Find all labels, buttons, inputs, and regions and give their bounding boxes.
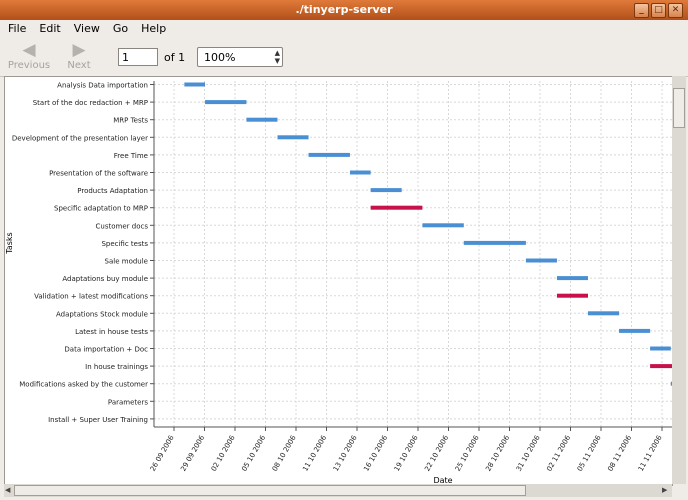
grid-lines — [150, 81, 672, 431]
page-count-label: of 1 — [164, 51, 186, 64]
maximize-button[interactable]: □ — [651, 3, 666, 18]
task-bar — [370, 188, 402, 193]
y-axis-label: Tasks — [5, 232, 14, 254]
task-bar — [650, 346, 671, 351]
vertical-scrollbar[interactable] — [672, 76, 686, 484]
x-tick-label: 05 11 2006 — [576, 434, 603, 473]
x-tick-label: 28 10 2006 — [484, 434, 511, 473]
task-label: MRP Tests — [113, 117, 148, 125]
task-bar — [556, 276, 588, 281]
page-number-input[interactable]: 1 — [118, 48, 158, 66]
minimize-button[interactable]: _ — [634, 3, 649, 18]
x-tick-label: 29 09 2006 — [179, 434, 206, 473]
task-label: Analysis Data importation — [57, 82, 148, 90]
arrow-right-icon: ▶ — [72, 40, 86, 60]
task-label: Specific tests — [101, 240, 148, 248]
task-label: Data importation + Doc — [64, 346, 148, 354]
x-tick-label: 11 10 2006 — [301, 434, 328, 473]
horizontal-scroll-thumb[interactable] — [14, 485, 526, 496]
x-tick-label: 02 11 2006 — [545, 434, 572, 473]
menu-go[interactable]: Go — [105, 20, 133, 35]
x-tick-label: 31 10 2006 — [515, 434, 542, 473]
menu-view[interactable]: View — [66, 20, 105, 35]
zoom-select[interactable]: 100% ▲ ▼ — [197, 47, 283, 67]
horizontal-scrollbar[interactable]: ◀ ▶ — [4, 484, 672, 497]
application-window: ./tinyerp-server _ □ ✕ File Edit View Go Hel… — [0, 0, 688, 500]
task-bar — [588, 311, 620, 316]
next-label: Next — [67, 60, 91, 71]
toolbar: ◀ Previous ▶ Next — [0, 38, 688, 108]
task-bar — [184, 82, 206, 87]
x-tick-label: 16 10 2006 — [362, 434, 389, 473]
task-bar — [370, 205, 423, 210]
task-bar — [556, 293, 588, 298]
x-tick-label: 02 10 2006 — [210, 434, 237, 473]
menu-bar: File Edit View Go Help — [0, 20, 688, 38]
x-tick-label: 08 11 2006 — [606, 434, 633, 473]
task-label: Customer docs — [96, 222, 149, 230]
scroll-left-icon[interactable]: ◀ — [5, 486, 10, 494]
task-bar — [308, 152, 350, 157]
task-label: Adaptations Stock module — [56, 310, 148, 318]
task-label: Start of the doc redaction + MRP — [33, 99, 148, 107]
menu-help[interactable]: Help — [133, 20, 171, 35]
task-bar — [246, 117, 278, 122]
task-bar — [619, 328, 651, 333]
task-label: Latest in house tests — [75, 328, 148, 336]
zoom-value: 100% — [204, 51, 236, 64]
task-label: Parameters — [108, 398, 148, 406]
task-bar — [277, 135, 309, 140]
task-bar — [650, 364, 672, 369]
previous-button[interactable]: ◀ Previous — [5, 40, 53, 74]
window-title: ./tinyerp-server — [295, 3, 393, 16]
task-bars — [184, 82, 672, 386]
task-label: Development of the presentation layer — [12, 134, 148, 142]
task-label: Free Time — [114, 152, 148, 160]
task-label: Adaptations buy module — [62, 275, 148, 283]
x-tick-label: 05 10 2006 — [240, 434, 267, 473]
task-labels: Analysis Data importation Start of the do… — [12, 82, 148, 424]
task-label: Validation + latest modifications — [34, 293, 148, 301]
document-view[interactable]: Tasks Date Analysis Data importation Star… — [4, 76, 673, 486]
task-label: In house trainings — [85, 363, 148, 371]
scroll-right-icon[interactable]: ▶ — [662, 486, 667, 494]
task-bar — [349, 170, 371, 175]
x-tick-label: 08 10 2006 — [271, 434, 298, 473]
x-tick-label: 25 10 2006 — [454, 434, 481, 473]
x-tick-labels: 26 09 2006 29 09 2006 02 10 2006 05 10 2006… — [149, 434, 664, 473]
menu-edit[interactable]: Edit — [31, 20, 65, 35]
task-label: Products Adaptation — [77, 187, 148, 195]
task-label: Specific adaptation to MRP — [54, 205, 148, 213]
gantt-chart: Tasks Date Analysis Data importationStar… — [5, 81, 672, 485]
vertical-scroll-thumb[interactable] — [673, 88, 685, 128]
arrow-left-icon: ◀ — [22, 40, 36, 60]
close-button[interactable]: ✕ — [668, 3, 683, 18]
title-bar[interactable]: ./tinyerp-server _ □ ✕ — [0, 0, 688, 20]
next-button[interactable]: ▶ Next — [55, 40, 103, 74]
x-tick-label: 11 11 2006 — [637, 434, 664, 473]
x-tick-label: 26 09 2006 — [149, 434, 176, 473]
task-bar — [463, 240, 526, 245]
previous-label: Previous — [7, 60, 51, 71]
x-tick-label: 19 10 2006 — [393, 434, 420, 473]
menu-file[interactable]: File — [0, 20, 31, 35]
x-tick-label: 13 10 2006 — [332, 434, 359, 473]
task-label: Sale module — [105, 258, 148, 266]
task-bar — [422, 223, 464, 228]
task-bar — [205, 100, 247, 105]
task-label: Presentation of the software — [49, 170, 148, 178]
x-tick-label: 22 10 2006 — [423, 434, 450, 473]
task-label: Install + Super User Training — [48, 416, 148, 424]
spin-arrows-icon: ▲ ▼ — [274, 49, 280, 65]
task-label: Modifications asked by the customer — [19, 381, 148, 389]
task-bar — [525, 258, 557, 263]
